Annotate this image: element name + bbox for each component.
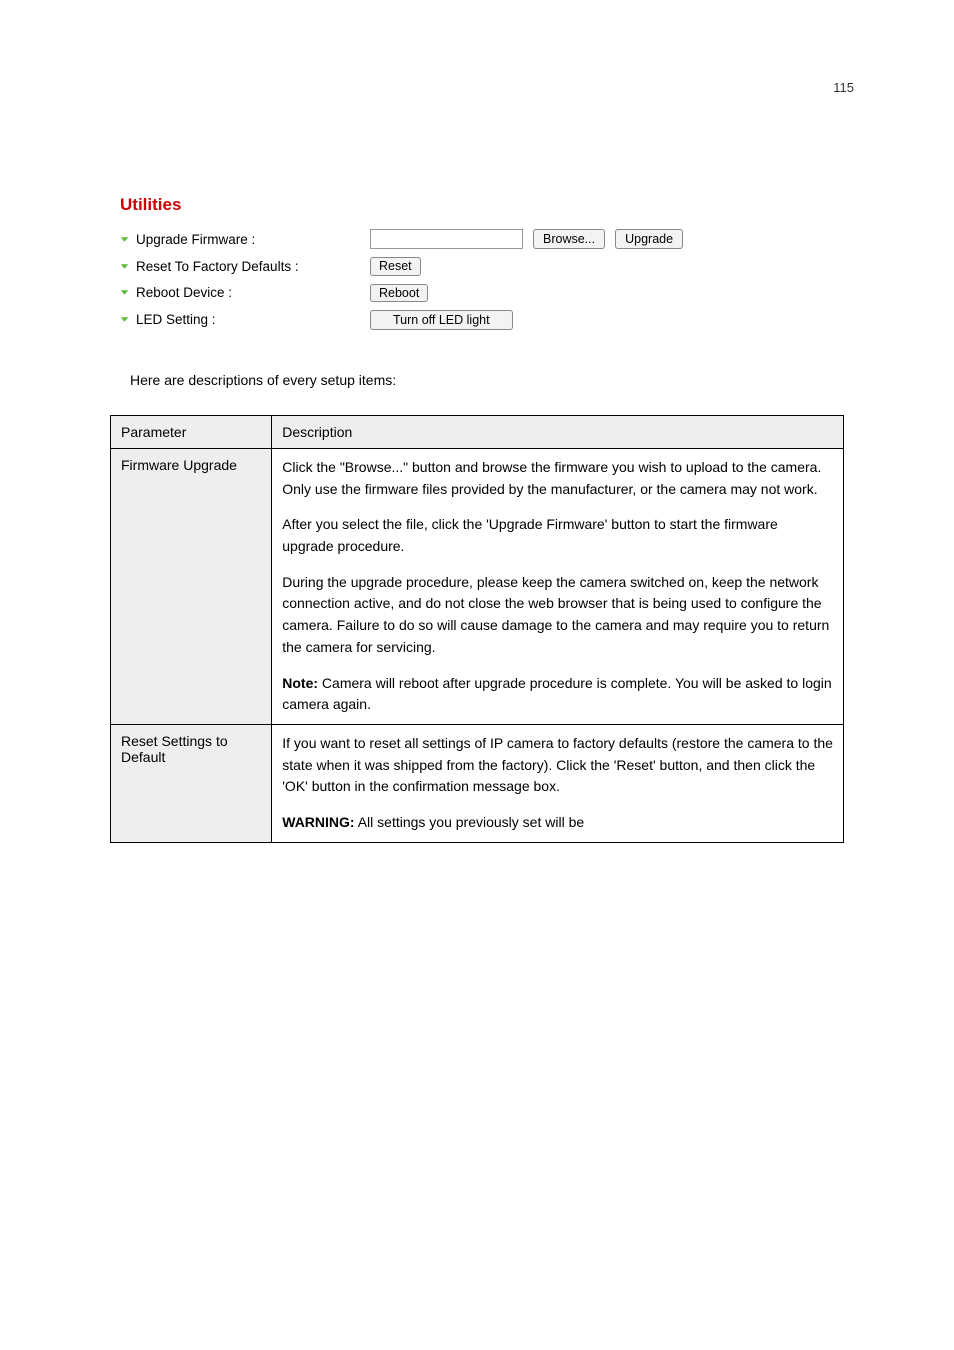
reboot-button[interactable]: Reboot: [370, 284, 428, 302]
table-row: Firmware Upgrade Click the "Browse..." b…: [111, 449, 844, 725]
param-reset-settings: Reset Settings to Default: [111, 724, 272, 842]
upgrade-firmware-label: Upgrade Firmware :: [136, 232, 255, 247]
col-description-header: Description: [272, 416, 844, 449]
upgrade-button[interactable]: Upgrade: [615, 229, 683, 249]
reboot-device-label: Reboot Device :: [136, 285, 232, 300]
desc-reset-settings: If you want to reset all settings of IP …: [272, 724, 844, 842]
label-reboot-device: Reboot Device :: [120, 285, 370, 300]
led-setting-label: LED Setting :: [136, 312, 216, 327]
turn-off-led-button[interactable]: Turn off LED light: [370, 310, 513, 330]
param-firmware-upgrade: Firmware Upgrade: [111, 449, 272, 725]
utilities-heading: Utilities: [120, 195, 834, 215]
page-number: 115: [100, 80, 854, 95]
firmware-file-input[interactable]: [370, 229, 523, 249]
label-reset-defaults: Reset To Factory Defaults :: [120, 259, 370, 274]
reset-button[interactable]: Reset: [370, 257, 421, 275]
col-parameter-header: Parameter: [111, 416, 272, 449]
parameter-table: Parameter Description Firmware Upgrade C…: [110, 415, 844, 843]
desc-firmware-upgrade: Click the "Browse..." button and browse …: [272, 449, 844, 725]
label-upgrade-firmware: Upgrade Firmware :: [120, 232, 370, 247]
chevron-down-icon: [120, 288, 129, 297]
browse-button[interactable]: Browse...: [533, 229, 605, 249]
table-row: Reset Settings to Default If you want to…: [111, 724, 844, 842]
utilities-screenshot: Utilities Upgrade Firmware : Browse... U…: [120, 195, 834, 330]
chevron-down-icon: [120, 262, 129, 271]
reset-defaults-label: Reset To Factory Defaults :: [136, 259, 299, 274]
chevron-down-icon: [120, 315, 129, 324]
label-led-setting: LED Setting :: [120, 312, 370, 327]
chevron-down-icon: [120, 235, 129, 244]
page-description: Here are descriptions of every setup ite…: [130, 370, 824, 391]
